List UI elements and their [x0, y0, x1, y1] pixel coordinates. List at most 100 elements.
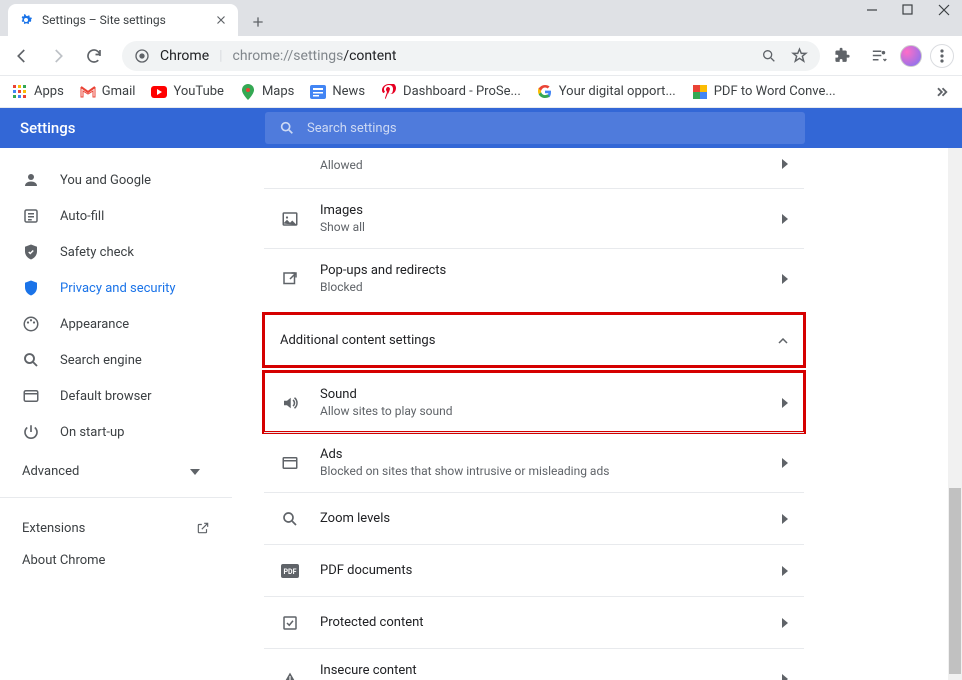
address-bar[interactable]: Chrome | chrome://settings/content — [122, 41, 820, 71]
youtube-icon — [151, 84, 167, 100]
settings-search-placeholder: Search settings — [307, 121, 397, 136]
minimize-button[interactable] — [866, 4, 884, 16]
browser-icon — [22, 387, 40, 405]
content-row-pdf[interactable]: PDF PDF documents — [264, 544, 804, 596]
url-label: Chrome — [160, 48, 209, 64]
content-row-partial[interactable]: Allowed — [264, 148, 804, 188]
window-titlebar: Settings – Site settings — [0, 0, 962, 36]
power-icon — [22, 423, 40, 441]
bookmark-maps[interactable]: Maps — [240, 84, 294, 100]
image-icon — [280, 209, 300, 229]
settings-content: Allowed Images Show all Pop-ups and redir… — [232, 148, 962, 680]
chevron-right-icon — [782, 674, 788, 680]
bookmark-apps[interactable]: Apps — [12, 84, 64, 100]
autofill-icon — [22, 207, 40, 225]
bookmark-news[interactable]: News — [310, 84, 365, 100]
sidebar-item-safety-check[interactable]: Safety check — [0, 234, 232, 270]
section-additional-content[interactable]: Additional content settings — [264, 314, 804, 366]
maximize-button[interactable] — [902, 4, 920, 16]
settings-panel: Allowed Images Show all Pop-ups and redir… — [264, 148, 804, 680]
scrollbar-thumb[interactable] — [949, 488, 961, 674]
shield-icon — [22, 279, 40, 297]
chrome-menu-button[interactable] — [930, 44, 954, 68]
chevron-right-icon — [782, 214, 788, 224]
sidebar-label: Search engine — [60, 353, 142, 368]
person-icon — [22, 171, 40, 189]
reload-button[interactable] — [80, 42, 108, 70]
content-row-zoom[interactable]: Zoom levels — [264, 492, 804, 544]
new-tab-button[interactable] — [244, 8, 272, 36]
sidebar-extensions[interactable]: Extensions — [22, 512, 210, 544]
popup-icon — [280, 269, 300, 289]
content-row-ads[interactable]: AdsBlocked on sites that show intrusive … — [264, 432, 804, 492]
tab-title: Settings – Site settings — [42, 13, 206, 27]
settings-sidebar: You and Google Auto-fill Safety check Pr… — [0, 148, 232, 680]
forward-button — [44, 42, 72, 70]
sidebar-item-privacy-security[interactable]: Privacy and security — [0, 270, 232, 306]
sidebar-item-search-engine[interactable]: Search engine — [0, 342, 232, 378]
sidebar-about-chrome[interactable]: About Chrome — [22, 544, 210, 576]
pdf-doc-icon: PDF — [280, 561, 300, 581]
row-title: Protected content — [320, 615, 782, 630]
browser-toolbar: Chrome | chrome://settings/content — [0, 36, 962, 76]
gear-icon — [18, 12, 34, 28]
warning-icon — [280, 669, 300, 680]
section-title: Additional content settings — [280, 333, 778, 348]
window-controls — [866, 4, 956, 16]
bookmark-dashboard[interactable]: Dashboard - ProSe... — [381, 84, 521, 100]
browser-tab[interactable]: Settings – Site settings — [8, 4, 238, 36]
row-title: PDF documents — [320, 563, 782, 578]
sidebar-item-on-startup[interactable]: On start-up — [0, 414, 232, 450]
content-row-images[interactable]: Images Show all — [264, 188, 804, 248]
row-subtitle: Allow sites to play sound — [320, 404, 782, 418]
palette-icon — [22, 315, 40, 333]
search-icon — [22, 351, 40, 369]
google-icon — [537, 84, 553, 100]
settings-title: Settings — [0, 119, 265, 137]
close-window-button[interactable] — [938, 4, 956, 16]
row-subtitle: Blocked — [320, 280, 782, 294]
profile-avatar[interactable] — [900, 45, 922, 67]
chevron-up-icon — [778, 338, 788, 344]
sidebar-item-autofill[interactable]: Auto-fill — [0, 198, 232, 234]
bookmarks-overflow[interactable] — [932, 83, 950, 101]
pinterest-icon — [381, 84, 397, 100]
protected-icon — [280, 613, 300, 633]
back-button[interactable] — [8, 42, 36, 70]
bookmark-star-icon[interactable] — [791, 47, 808, 64]
sound-icon — [280, 393, 300, 413]
sidebar-advanced[interactable]: Advanced — [0, 450, 232, 493]
sidebar-item-appearance[interactable]: Appearance — [0, 306, 232, 342]
generic-icon — [280, 154, 300, 174]
row-title: Images — [320, 203, 782, 218]
maps-icon — [240, 84, 256, 100]
sidebar-item-you-and-google[interactable]: You and Google — [0, 162, 232, 198]
news-icon — [310, 84, 326, 100]
chevron-right-icon — [782, 274, 788, 284]
zoom-icon[interactable] — [761, 48, 777, 64]
row-subtitle: Show all — [320, 220, 782, 234]
bookmark-digital[interactable]: Your digital opport... — [537, 84, 676, 100]
extensions-icon[interactable] — [828, 42, 856, 70]
bookmark-pdf[interactable]: PDF to Word Conve... — [692, 84, 836, 100]
chevron-right-icon — [782, 159, 788, 169]
sidebar-label: On start-up — [60, 425, 124, 440]
sidebar-item-default-browser[interactable]: Default browser — [0, 378, 232, 414]
sidebar-label: Appearance — [60, 317, 129, 332]
content-row-sound[interactable]: Sound Allow sites to play sound — [264, 372, 804, 432]
row-title: Sound — [320, 387, 782, 402]
content-row-popups[interactable]: Pop-ups and redirectsBlocked — [264, 248, 804, 308]
settings-search[interactable]: Search settings — [265, 112, 805, 144]
bookmark-gmail[interactable]: Gmail — [80, 84, 136, 100]
content-row-insecure[interactable]: Insecure contentInsecure content is bloc… — [264, 648, 804, 680]
divider — [0, 497, 232, 498]
bookmark-youtube[interactable]: YouTube — [151, 84, 224, 100]
sidebar-label: Safety check — [60, 245, 134, 260]
site-info-icon[interactable] — [134, 48, 150, 64]
scrollbar[interactable] — [948, 148, 962, 680]
media-control-icon[interactable] — [864, 42, 892, 70]
content-row-protected[interactable]: Protected content — [264, 596, 804, 648]
close-icon[interactable] — [214, 13, 228, 27]
shield-check-icon — [22, 243, 40, 261]
chevron-right-icon — [782, 398, 788, 408]
